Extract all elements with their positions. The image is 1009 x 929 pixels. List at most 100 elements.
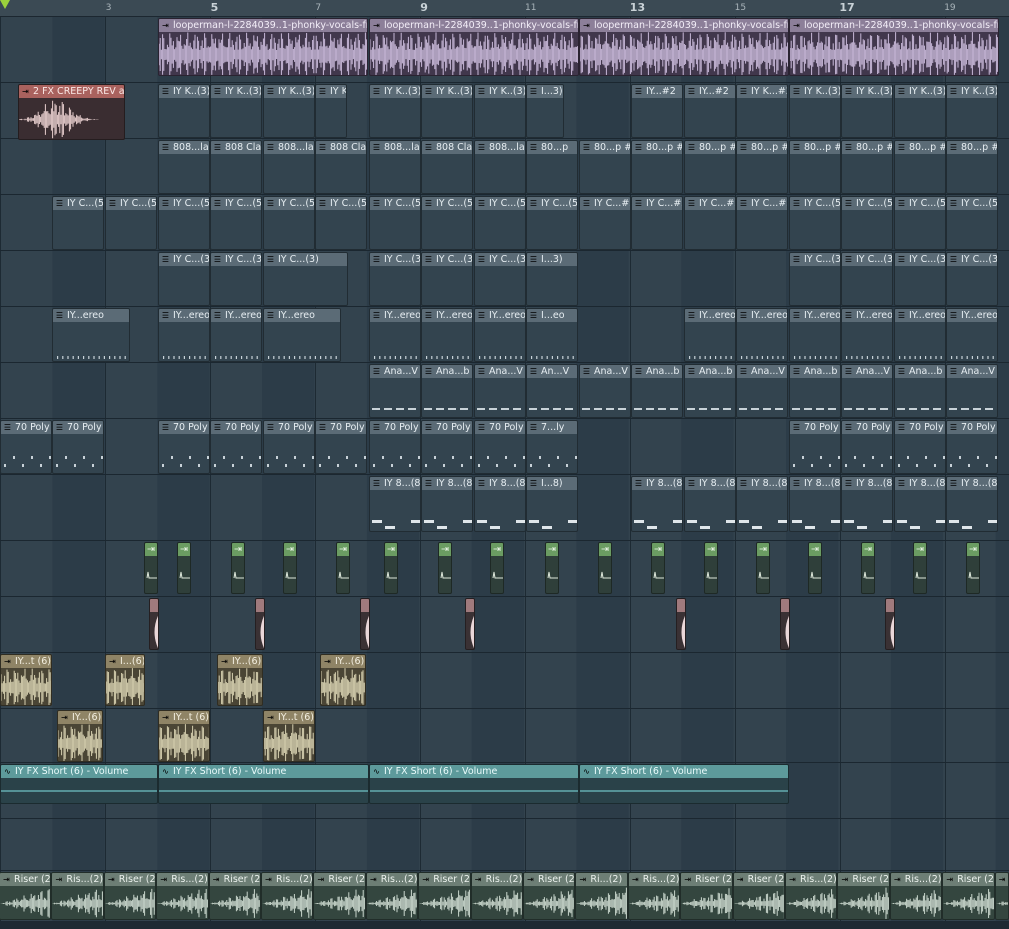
clip-hat[interactable]: IY C...(5)☰ bbox=[526, 196, 579, 250]
pattern-icon[interactable]: ☰ bbox=[739, 367, 748, 376]
pattern-icon[interactable]: ☰ bbox=[949, 479, 958, 488]
pattern-icon[interactable]: ☰ bbox=[792, 143, 801, 152]
audio-clip-icon[interactable]: ⇥ bbox=[840, 875, 849, 884]
ruler-bar-label[interactable]: 19 bbox=[944, 0, 955, 16]
clip-fx-hit[interactable]: ⇥ bbox=[651, 542, 665, 594]
clip-riser[interactable]: Riser (2) ⇥ bbox=[103, 872, 157, 920]
clip-hat[interactable]: IY C...#2☰ bbox=[579, 196, 632, 250]
clip-riser[interactable]: Ris...(2)⇥ bbox=[365, 872, 419, 920]
pattern-icon[interactable]: ☰ bbox=[424, 311, 433, 320]
audio-clip-icon[interactable]: ⇥ bbox=[792, 21, 801, 30]
clip-riser[interactable]: Riser (2) ⇥ bbox=[523, 872, 576, 920]
clip-ana[interactable]: An...V ☰ bbox=[526, 364, 579, 418]
horizontal-scrollbar[interactable] bbox=[0, 921, 1009, 929]
pattern-icon[interactable]: ☰ bbox=[372, 479, 381, 488]
clip-hat[interactable]: IY C...(5)☰ bbox=[52, 196, 105, 250]
pattern-icon[interactable]: ☰ bbox=[582, 199, 591, 208]
clip-fx-hit[interactable]: ⇥ bbox=[490, 542, 504, 594]
clip-stereo[interactable]: IY...ereo ☰ bbox=[789, 308, 842, 362]
pattern-icon[interactable]: ☰ bbox=[792, 479, 801, 488]
audio-clip-icon[interactable]: ⇥ bbox=[2, 875, 11, 884]
pattern-icon[interactable]: ☰ bbox=[55, 311, 64, 320]
clip-fx-hit[interactable]: ⇥ bbox=[177, 542, 191, 594]
clip-kick[interactable]: IY K..(3)☰ bbox=[474, 84, 527, 138]
clip-poly[interactable]: 7...ly ☰ bbox=[526, 420, 579, 474]
pattern-icon[interactable]: ☰ bbox=[739, 311, 748, 320]
clip-fx-hit[interactable]: ⇥ bbox=[704, 542, 718, 594]
clip-eight[interactable]: I...8) ☰ bbox=[526, 476, 579, 532]
clip-clap[interactable]: 808 Clap☰ bbox=[315, 140, 368, 194]
clip-poly[interactable]: 70 Poly ☰ bbox=[263, 420, 316, 474]
pattern-icon[interactable]: ☰ bbox=[161, 87, 170, 96]
pattern-icon[interactable]: ☰ bbox=[687, 367, 696, 376]
track-lane-empty[interactable] bbox=[0, 819, 1009, 871]
pattern-icon[interactable]: ☰ bbox=[844, 255, 853, 264]
ruler-bar-label[interactable]: 7 bbox=[315, 0, 321, 16]
pattern-icon[interactable]: ☰ bbox=[844, 423, 853, 432]
pattern-icon[interactable]: ☰ bbox=[477, 367, 486, 376]
clip-kick[interactable]: IY K..(3)☰ bbox=[946, 84, 999, 138]
clip-riser[interactable]: Riser (2) ⇥ bbox=[418, 872, 471, 920]
ruler-bar-label[interactable]: 3 bbox=[106, 0, 112, 16]
clip-vocals[interactable]: looperman-l-2284039..1-phonky-vocals-fr ⇥ bbox=[789, 18, 999, 76]
clip-fx-swell[interactable] bbox=[780, 598, 790, 650]
clip-eight[interactable]: IY 8...(8)☰ bbox=[684, 476, 737, 532]
pattern-icon[interactable]: ☰ bbox=[949, 143, 958, 152]
clip-vocals[interactable]: looperman-l-2284039..1-phonky-vocals-fr ⇥ bbox=[369, 18, 579, 76]
clip-fx-swell[interactable] bbox=[149, 598, 159, 650]
clip-auto[interactable]: IY FX Short (6) - Volume ∿ bbox=[369, 764, 579, 804]
audio-clip-icon[interactable]: ⇥ bbox=[998, 875, 1007, 884]
clip-fx-hit[interactable]: ⇥ bbox=[861, 542, 875, 594]
pattern-icon[interactable]: ☰ bbox=[213, 143, 222, 152]
pattern-icon[interactable]: ☰ bbox=[213, 199, 222, 208]
clip-riser[interactable]: Riser (2) ⇥ bbox=[942, 872, 995, 920]
audio-clip-icon[interactable]: ⇥ bbox=[54, 875, 63, 884]
pattern-icon[interactable]: ☰ bbox=[55, 423, 64, 432]
clip-fx-hit[interactable]: ⇥ bbox=[545, 542, 559, 594]
clip-vocals[interactable]: looperman-l-2284039..1-phonky-vocals-fr ⇥ bbox=[158, 18, 368, 76]
clip-hat[interactable]: IY C...(5)☰ bbox=[105, 196, 158, 250]
audio-clip-icon[interactable]: ⇥ bbox=[264, 875, 273, 884]
ruler-bar-label[interactable]: 17 bbox=[839, 0, 854, 16]
clip-hat[interactable]: IY C...(5)☰ bbox=[946, 196, 999, 250]
pattern-icon[interactable]: ☰ bbox=[634, 479, 643, 488]
pattern-icon[interactable]: ☰ bbox=[949, 199, 958, 208]
clip-hat[interactable]: IY C...(5)☰ bbox=[789, 196, 842, 250]
clip-ana[interactable]: Ana...b V☰ bbox=[684, 364, 737, 418]
clip-hat2[interactable]: IY C...(3)☰ bbox=[946, 252, 999, 306]
pattern-icon[interactable]: ☰ bbox=[949, 311, 958, 320]
clip-fx-swell[interactable] bbox=[255, 598, 265, 650]
pattern-icon[interactable]: ☰ bbox=[424, 199, 433, 208]
pattern-icon[interactable]: ☰ bbox=[213, 423, 222, 432]
clip-riser[interactable]: Ris...(2)⇥ bbox=[994, 872, 1009, 920]
clip-vox[interactable]: IY...(6) ⇥ bbox=[320, 654, 366, 706]
pattern-icon[interactable]: ☰ bbox=[424, 255, 433, 264]
pattern-icon[interactable]: ☰ bbox=[949, 423, 958, 432]
clip-riser[interactable]: Ri...(2) ⇥ bbox=[575, 872, 628, 920]
clip-hat2[interactable]: IY C...(3)☰ bbox=[158, 252, 211, 306]
clip-eight[interactable]: IY 8...(8)☰ bbox=[474, 476, 527, 532]
clip-fx-hit[interactable]: ⇥ bbox=[966, 542, 980, 594]
clip-hat[interactable]: IY C...#2☰ bbox=[684, 196, 737, 250]
ruler-bar-label[interactable]: 13 bbox=[630, 0, 645, 16]
clip-poly[interactable]: 70 Poly ☰ bbox=[0, 420, 53, 474]
pattern-icon[interactable]: ☰ bbox=[161, 311, 170, 320]
clip-stereo[interactable]: IY...ereo ☰ bbox=[946, 308, 999, 362]
clip-hat[interactable]: IY C...(5)☰ bbox=[210, 196, 263, 250]
clip-stereo[interactable]: IY...ereo ☰ bbox=[841, 308, 894, 362]
pattern-icon[interactable]: ☰ bbox=[424, 87, 433, 96]
playhead-marker-icon[interactable] bbox=[0, 0, 10, 9]
pattern-icon[interactable]: ☰ bbox=[318, 87, 327, 96]
clip-hat2[interactable]: IY C...(3)☰ bbox=[210, 252, 263, 306]
pattern-icon[interactable]: ☰ bbox=[844, 367, 853, 376]
pattern-icon[interactable]: ☰ bbox=[161, 255, 170, 264]
audio-clip-icon[interactable]: ⇥ bbox=[60, 713, 69, 722]
audio-clip-icon[interactable]: ⇥ bbox=[161, 713, 170, 722]
pattern-icon[interactable]: ☰ bbox=[687, 143, 696, 152]
clip-kick[interactable]: 2 FX CREEPY REV a ⇥ bbox=[18, 84, 125, 140]
pattern-icon[interactable]: ☰ bbox=[318, 143, 327, 152]
clip-auto[interactable]: IY FX Short (6) - Volume ∿ bbox=[158, 764, 369, 804]
pattern-icon[interactable]: ☰ bbox=[318, 423, 327, 432]
clip-hat[interactable]: IY C...(5)☰ bbox=[474, 196, 527, 250]
pattern-icon[interactable]: ☰ bbox=[792, 199, 801, 208]
